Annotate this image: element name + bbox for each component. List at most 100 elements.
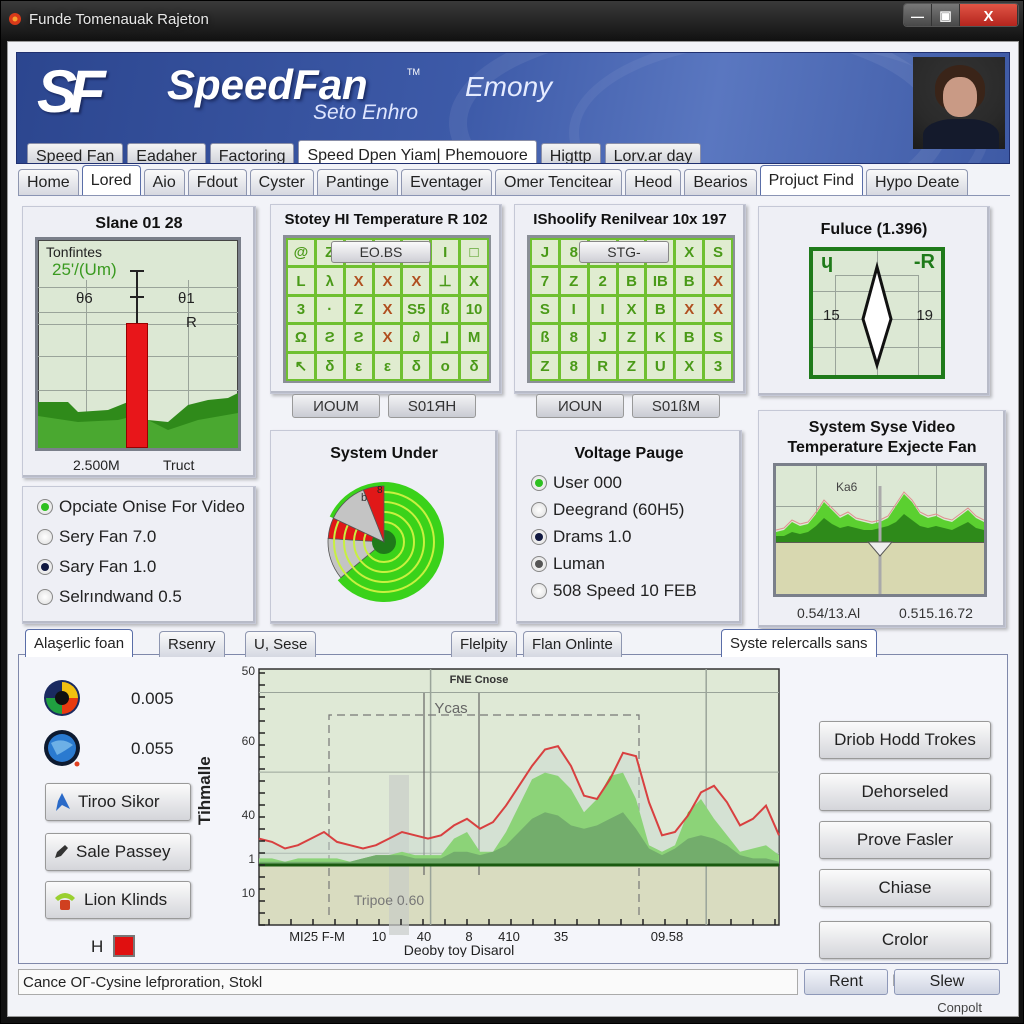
right-marker: θ1 [178, 290, 195, 307]
grid-cell: X [674, 294, 705, 325]
grid-cell: ε [372, 351, 403, 381]
grid-cell: ß [430, 294, 461, 325]
renilvear-grid-panel: IShoolify Renilvear 10x 197 J 8 X S 7 Z 2 B IB B X… [514, 204, 746, 394]
lion-klinds-button[interactable]: Lion Klinds [45, 881, 191, 919]
radio-label: User 000 [553, 473, 622, 492]
banner-tab[interactable]: Factoring [209, 143, 295, 163]
chart-title: FNE Cnose [450, 674, 509, 686]
grid-cell: K [645, 323, 676, 353]
radio-button[interactable] [37, 499, 53, 515]
radio-option[interactable]: Sary Fan 1.0 [37, 557, 156, 577]
tab-projuct-find[interactable]: Projuct Find [759, 165, 863, 195]
grid-cell: δ [459, 351, 489, 381]
pen-icon [55, 845, 68, 858]
banner-tab-active[interactable]: Speed Dpen Yiam| Phemouore [298, 140, 537, 163]
video-footer-right: 0.515.16.72 [899, 605, 973, 621]
y-tick-label: 50 [242, 665, 256, 678]
grid-cell: Z [530, 351, 560, 381]
r-marker: R [186, 314, 197, 331]
radio-option[interactable]: User 000 [531, 473, 622, 493]
header-banner: SF SpeedFan TM Emony Seto Enhro Speed Fa… [16, 52, 1010, 164]
main-temperature-chart: 506040110MI25 F-M 10 40 8 410 35 09.58FNE Cnos… [242, 665, 780, 957]
y-tick-label: 60 [242, 734, 256, 748]
grid1-right-button[interactable]: S01ЯH [388, 394, 476, 418]
y-tick-label: 10 [242, 886, 256, 900]
panel-title: Voltage Pauge [574, 445, 684, 462]
radio-option[interactable]: Deegrand (60H5) [531, 500, 684, 520]
radio-button[interactable] [37, 559, 53, 575]
lower-tab-rsenry[interactable]: Rsenry [159, 631, 225, 657]
dehorseled-button[interactable]: Dehorseled [819, 773, 991, 811]
tiroo-sikor-button[interactable]: Tiroo Sikor [45, 783, 191, 821]
tab-eventager[interactable]: Eventager [401, 169, 492, 195]
grid-cell: ⅃ [430, 323, 461, 353]
tab-bearios[interactable]: Bearios [684, 169, 757, 195]
grid2-right-button[interactable]: S01ßM [632, 394, 720, 418]
baseline-band [258, 864, 780, 926]
radio-option[interactable]: 508 Speed 10 FEB [531, 581, 697, 601]
radio-button[interactable] [531, 529, 547, 545]
system-under-panel: System Under b8 [270, 430, 498, 624]
lower-tab-syste-relercalls[interactable]: Syste relercalls sans [721, 629, 877, 657]
radio-button[interactable] [531, 475, 547, 491]
lower-tab-flelpity[interactable]: Flelpity [451, 631, 517, 657]
banner-tab[interactable]: Lorv.ar day [604, 143, 702, 163]
tab-aio[interactable]: Aio [143, 169, 185, 195]
grid-cell: X [372, 266, 403, 296]
radio-option[interactable]: Luman [531, 554, 605, 574]
lower-tab-flan-onlinte[interactable]: Flan Onlinte [523, 631, 622, 657]
lower-tab-alaserlic-foan[interactable]: Alaşerlic foan [25, 629, 134, 657]
grid-cell: B [674, 323, 705, 353]
sale-passey-button[interactable]: Sale Passey [45, 833, 191, 871]
maximize-button[interactable]: ▣ [932, 4, 960, 26]
tab-pantinge[interactable]: Pantinge [316, 169, 399, 195]
x-tick-label: MI25 F-M [289, 929, 345, 944]
grid-cell: I [430, 238, 461, 268]
y-tick-label: 1 [248, 852, 255, 866]
driob-hodd-trokes-button[interactable]: Driob Hodd Trokes [819, 721, 991, 759]
grid-cell: 3 [286, 294, 316, 325]
prove-fasler-button[interactable]: Prove Fasler [819, 821, 991, 859]
globe-icon [44, 730, 80, 767]
rent-button[interactable]: Rent [804, 969, 888, 995]
lower-tab-u-sese[interactable]: U, Sese [245, 631, 317, 657]
radio-button[interactable] [531, 502, 547, 518]
grid-cell: 7 [530, 266, 560, 296]
lower-section: Alaşerlic foan Rsenry U, Sese Flelpity F… [18, 629, 1008, 990]
grid-cell: δ [314, 351, 345, 381]
tab-cyster[interactable]: Cyster [249, 169, 314, 195]
grid1-left-button[interactable]: ИOUM [292, 394, 380, 418]
compass-right-value: 19 [916, 307, 933, 324]
radio-option[interactable]: Drams 1.0 [531, 527, 631, 547]
close-button[interactable]: X [960, 4, 1018, 26]
chiase-button[interactable]: Chiase [819, 869, 991, 907]
radio-option[interactable]: Sery Fan 7.0 [37, 527, 156, 547]
grid-cell: X [401, 266, 432, 296]
tab-fdout[interactable]: Fdout [187, 169, 247, 195]
minimize-button[interactable]: — [904, 4, 932, 26]
banner-tab[interactable]: Speed Fan [27, 143, 124, 163]
radio-option[interactable]: Opciate Onise For Video [37, 497, 245, 517]
grid-cell: @ [286, 238, 316, 268]
grid2-left-button[interactable]: ИOUN [536, 394, 624, 418]
tab-heod[interactable]: Heod [625, 169, 682, 195]
tab-hypo-deate[interactable]: Hypo Deate [865, 169, 969, 195]
radio-label: Deegrand (60H5) [553, 500, 685, 519]
radio-button[interactable] [37, 589, 53, 605]
tab-home[interactable]: Home [18, 169, 79, 195]
slew-button[interactable]: Slew [894, 969, 1000, 995]
radio-option[interactable]: Selrındwand 0.5 [37, 587, 182, 607]
title-bar: Funde Tomenauak Rajeton — ▣ X [1, 1, 1024, 39]
grid-cell: X [616, 294, 647, 325]
crolor-button[interactable]: Crolor [819, 921, 991, 959]
grid-cell: S5 [401, 294, 432, 325]
radio-button[interactable] [531, 583, 547, 599]
banner-tab[interactable]: Higttp [540, 143, 601, 163]
main-chart-ylabel: Tihmalle [195, 756, 214, 825]
tab-omer-tencitear[interactable]: Omer Tencitear [495, 169, 623, 195]
tab-lored[interactable]: Lored [81, 165, 141, 195]
radio-button[interactable] [37, 529, 53, 545]
banner-tab[interactable]: Eadaher [127, 143, 206, 163]
radio-button[interactable] [531, 556, 547, 572]
grid-cell: δ [401, 351, 432, 381]
